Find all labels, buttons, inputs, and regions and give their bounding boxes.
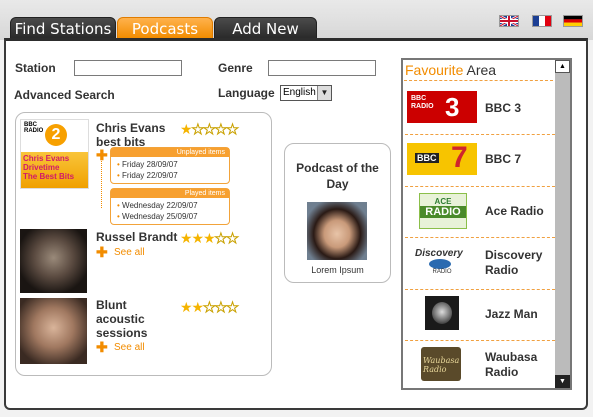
ace-radio-logo: ACE RADIO: [419, 193, 467, 229]
favourite-item[interactable]: Discovery RADIO Discovery Radio: [405, 238, 555, 290]
favourite-name: BBC 7: [485, 152, 522, 166]
language-select-value: English: [283, 87, 316, 98]
germany-flag-icon[interactable]: [563, 15, 583, 27]
station-input[interactable]: [74, 60, 182, 76]
episode-item[interactable]: • Friday 22/09/07: [111, 170, 229, 181]
rating-stars[interactable]: ★★★★★: [180, 299, 239, 316]
scroll-down-icon[interactable]: ▼: [555, 375, 570, 388]
unplayed-items-header: Unplayed items: [111, 148, 229, 157]
favourite-item[interactable]: ACE RADIO Ace Radio: [405, 187, 555, 238]
waubasa-radio-logo: Waubasa Radio: [421, 347, 461, 381]
bbc7-logo: BBC 7: [407, 141, 477, 175]
scrollbar[interactable]: [555, 60, 570, 388]
favourite-item[interactable]: Waubasa Radio Waubasa Radio: [405, 341, 555, 387]
rating-stars[interactable]: ★★★★★: [180, 230, 239, 247]
favourite-area-title: Favourite Area: [405, 62, 497, 78]
plus-icon[interactable]: ✚: [96, 244, 108, 261]
language-select[interactable]: English ▼: [280, 85, 332, 101]
station-label: Station: [15, 61, 56, 75]
jazz-man-logo: [425, 296, 459, 330]
see-all-link[interactable]: See all: [114, 247, 145, 258]
favourite-name: BBC 3: [485, 101, 522, 115]
favourite-item[interactable]: BBC RADIO 3 BBC 3: [405, 82, 555, 135]
podcast-artwork-russel-brandt[interactable]: [20, 229, 87, 293]
favourite-name: Discovery Radio: [485, 248, 543, 277]
episode-item[interactable]: • Friday 28/09/07: [111, 159, 229, 170]
genre-label: Genre: [218, 61, 253, 75]
favourite-name: Waubasa Radio: [485, 350, 538, 379]
played-items-header: Played items: [111, 189, 229, 198]
tab-podcasts[interactable]: Podcasts: [117, 17, 213, 39]
bbc3-logo: BBC RADIO 3: [407, 91, 477, 123]
podcast-artwork-blunt[interactable]: [20, 298, 87, 364]
episode-item[interactable]: • Wednesday 22/09/07: [111, 200, 229, 211]
uk-flag-icon[interactable]: [499, 15, 519, 27]
divider: [404, 80, 553, 81]
chevron-down-icon: ▼: [317, 86, 331, 100]
advanced-search-link[interactable]: Advanced Search: [14, 88, 115, 102]
genre-input[interactable]: [268, 60, 376, 76]
podcast-title[interactable]: Chris Evans best bits: [96, 121, 176, 149]
france-flag-icon[interactable]: [532, 15, 552, 27]
played-items-box: Played items • Wednesday 22/09/07 • Wedn…: [110, 188, 230, 225]
favourite-item[interactable]: BBC 7 BBC 7: [405, 135, 555, 187]
favourite-name: Ace Radio: [485, 204, 544, 218]
tab-add-new[interactable]: Add New: [214, 17, 317, 39]
episode-item[interactable]: • Wednesday 25/09/07: [111, 211, 229, 222]
scroll-up-icon[interactable]: ▲: [555, 60, 570, 73]
podcast-title[interactable]: Russel Brandt: [96, 230, 177, 244]
podcast-artwork-chris-evans[interactable]: BBC RADIO 2 Chris Evans Drivetime The Best …: [20, 119, 89, 189]
language-label: Language: [218, 86, 275, 100]
tab-find-stations[interactable]: Find Stations: [10, 17, 116, 39]
podcast-of-the-day-image[interactable]: [307, 202, 367, 260]
podcast-title[interactable]: Blunt acoustic sessions: [96, 298, 162, 340]
discovery-logo: Discovery RADIO: [415, 248, 463, 275]
plus-icon[interactable]: ✚: [96, 339, 108, 356]
favourite-item[interactable]: Jazz Man: [405, 290, 555, 341]
tree-line: [101, 158, 103, 208]
rating-stars[interactable]: ★★★★★: [180, 121, 239, 138]
favourite-name: Jazz Man: [485, 307, 538, 321]
podcast-of-the-day-title: Podcast of the Day: [296, 161, 379, 191]
podcast-of-the-day-caption[interactable]: Lorem Ipsum: [290, 265, 385, 275]
see-all-link[interactable]: See all: [114, 342, 145, 353]
unplayed-items-box: Unplayed items • Friday 28/09/07 • Frida…: [110, 147, 230, 184]
